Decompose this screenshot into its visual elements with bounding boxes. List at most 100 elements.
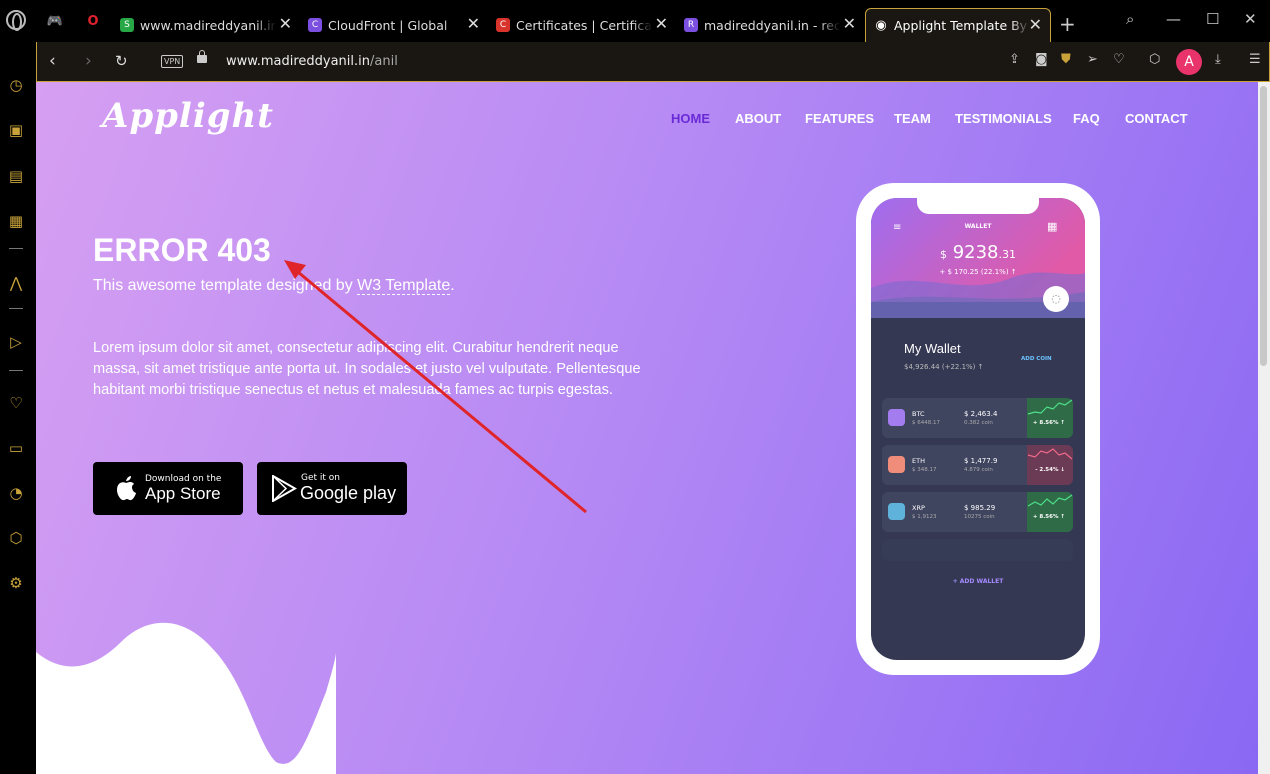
close-tab-icon[interactable]: ✕ <box>655 16 668 32</box>
close-tab-icon[interactable]: ✕ <box>467 16 480 32</box>
reload-icon[interactable]: ↻ <box>115 51 128 71</box>
url-host: www.madireddyanil.in <box>226 54 370 69</box>
nav-faq[interactable]: FAQ <box>1073 111 1100 126</box>
googleplay-small-text: Get it on <box>301 473 341 483</box>
coin-percent: - 2.54% ↓ <box>1035 467 1065 473</box>
vpn-badge[interactable]: VPN <box>161 55 184 68</box>
site-logo[interactable]: Applight <box>102 96 274 136</box>
gamepad-icon[interactable]: 🎮 <box>46 15 64 29</box>
coin-amount: 4.879 coin <box>964 467 993 473</box>
tabs-icon[interactable]: ▭ <box>6 438 26 458</box>
minimize-icon[interactable]: — <box>1166 10 1181 28</box>
close-tab-icon[interactable]: ✕ <box>843 16 856 32</box>
url-field[interactable]: www.madireddyanil.in/anil <box>226 54 398 69</box>
tab-title: Applight Template By W3 <box>894 18 1030 33</box>
web-page: Applight HOME ABOUT FEATURES TEAM TESTIM… <box>36 82 1258 774</box>
coin-row-xrp[interactable]: XRP $ 1,9123 $ 985.29 10275 coin + 8.56%… <box>882 492 1073 532</box>
scrollbar-thumb[interactable] <box>1260 86 1267 366</box>
new-tab-button[interactable]: + <box>1059 12 1076 36</box>
balance-cents: .31 <box>998 248 1017 261</box>
refresh-icon[interactable]: ◌ <box>1043 286 1069 312</box>
twitch-icon[interactable]: ▤ <box>6 166 26 186</box>
tab-favicon-icon: ◉ <box>875 17 887 33</box>
tab-title: CloudFront | Global <box>328 17 448 33</box>
google-play-button[interactable]: Get it on Google play <box>257 462 407 515</box>
bookmark-heart-icon[interactable]: ♡ <box>1113 52 1125 67</box>
appstore-small-text: Download on the <box>145 474 222 484</box>
my-wallet-title: My Wallet <box>904 341 961 356</box>
coin-symbol: ETH <box>912 457 925 465</box>
lock-icon[interactable] <box>197 50 207 63</box>
googleplay-big-text: Google play <box>300 483 397 503</box>
tab-applight[interactable]: ◉ Applight Template By W3 ✕ <box>865 8 1051 42</box>
add-coin-link[interactable]: ADD COIN <box>1021 356 1052 362</box>
nav-home[interactable]: HOME <box>671 111 710 126</box>
tab-record[interactable]: R madireddyanil.in - record ✕ <box>676 8 864 42</box>
send-icon[interactable]: ➢ <box>1087 52 1098 67</box>
phone-screen: ≡ ▦ WALLET $ 9238.31 + $ 170.25 (22.1%) … <box>871 198 1085 660</box>
coin-price: $ 2,463.4 <box>964 410 998 418</box>
close-tab-icon[interactable]: ✕ <box>279 16 292 32</box>
tab-cloudfront[interactable]: C CloudFront | Global ✕ <box>300 8 488 42</box>
aria-icon[interactable]: ⋀ <box>6 273 26 293</box>
page-title: ERROR 403 <box>93 232 271 268</box>
player-icon[interactable]: ▷ <box>6 332 26 352</box>
close-window-icon[interactable]: ✕ <box>1244 10 1257 28</box>
tab-favicon-icon: S <box>120 18 134 32</box>
coin-price: $ 985.29 <box>964 504 996 512</box>
avatar[interactable]: A <box>1176 49 1202 75</box>
my-wallet-sub: $4,926.44 (+22.1%) ↑ <box>904 363 984 371</box>
forward-icon[interactable]: › <box>85 51 92 71</box>
coin-row-btc[interactable]: BTC $ 6448.17 $ 2,463.4 0.382 coin + 8.5… <box>882 398 1073 438</box>
tab-certificates[interactable]: C Certificates | Certificate M ✕ <box>488 8 676 42</box>
briefcase-icon[interactable]: ▣ <box>6 120 26 140</box>
nav-testimonials[interactable]: TESTIMONIALS <box>955 111 1052 126</box>
sidebar-divider <box>9 308 23 309</box>
coin-value: $ 348.17 <box>912 467 937 473</box>
easy-setup-icon[interactable]: ☰ <box>1249 52 1261 67</box>
wave-shape <box>36 622 336 774</box>
close-tab-icon[interactable]: ✕ <box>1029 17 1042 33</box>
tab-title: www.madireddyanil.in - S <box>140 17 276 33</box>
coin-percent: + 8.56% ↑ <box>1032 514 1065 520</box>
heart-icon[interactable]: ♡ <box>6 393 26 413</box>
tab-favicon-icon: R <box>684 18 698 32</box>
search-tabs-icon[interactable]: ⌕ <box>1126 10 1134 28</box>
settings-icon[interactable]: ⚙ <box>6 573 26 593</box>
appstore-big-text: App Store <box>145 484 221 503</box>
sparkline-chart <box>1027 445 1073 485</box>
opera-tab-icon[interactable]: O <box>84 15 102 29</box>
phone-mockup: ≡ ▦ WALLET $ 9238.31 + $ 170.25 (22.1%) … <box>856 183 1100 675</box>
cube-icon[interactable]: ⬡ <box>1149 52 1160 67</box>
nav-features[interactable]: FEATURES <box>805 111 874 126</box>
phone-notch <box>917 198 1039 214</box>
chip-icon[interactable]: ▦ <box>6 211 26 231</box>
speed-dial-icon[interactable]: ◷ <box>6 75 26 95</box>
opera-menu-icon[interactable] <box>6 10 26 31</box>
nav-team[interactable]: TEAM <box>894 111 931 126</box>
back-icon[interactable]: ‹ <box>49 51 56 71</box>
add-wallet-button[interactable]: + ADD WALLET <box>871 578 1085 585</box>
apple-icon <box>117 476 136 501</box>
tab-title: Certificates | Certificate M <box>516 17 652 33</box>
tab-s[interactable]: S www.madireddyanil.in - S ✕ <box>112 8 300 42</box>
sparkline-chart <box>1027 398 1073 438</box>
app-store-button[interactable]: Download on the App Store <box>93 462 243 515</box>
share-icon[interactable]: ⇪ <box>1009 52 1020 67</box>
w3-template-link[interactable]: W3 Template <box>357 277 451 295</box>
camera-icon[interactable]: ◙ <box>1035 52 1048 67</box>
nav-about[interactable]: ABOUT <box>735 111 781 126</box>
coin-row-eth[interactable]: ETH $ 348.17 $ 1,477.9 4.879 coin - 2.54… <box>882 445 1073 485</box>
ripple-icon <box>888 503 905 520</box>
tab-favicon-icon: C <box>496 18 510 32</box>
page-scrollbar[interactable] <box>1258 82 1270 774</box>
coin-value: $ 6448.17 <box>912 420 940 426</box>
extensions-icon[interactable]: ⬡ <box>6 528 26 548</box>
history-icon[interactable]: ◔ <box>6 483 26 503</box>
bitcoin-icon <box>888 409 905 426</box>
nav-contact[interactable]: CONTACT <box>1125 111 1188 126</box>
wallet-balance: $ 9238.31 <box>871 242 1085 263</box>
maximize-icon[interactable]: ☐ <box>1206 10 1219 28</box>
adblock-shield-icon[interactable]: ⛊ <box>1061 52 1071 67</box>
download-icon[interactable]: ⤓ <box>1215 52 1221 67</box>
